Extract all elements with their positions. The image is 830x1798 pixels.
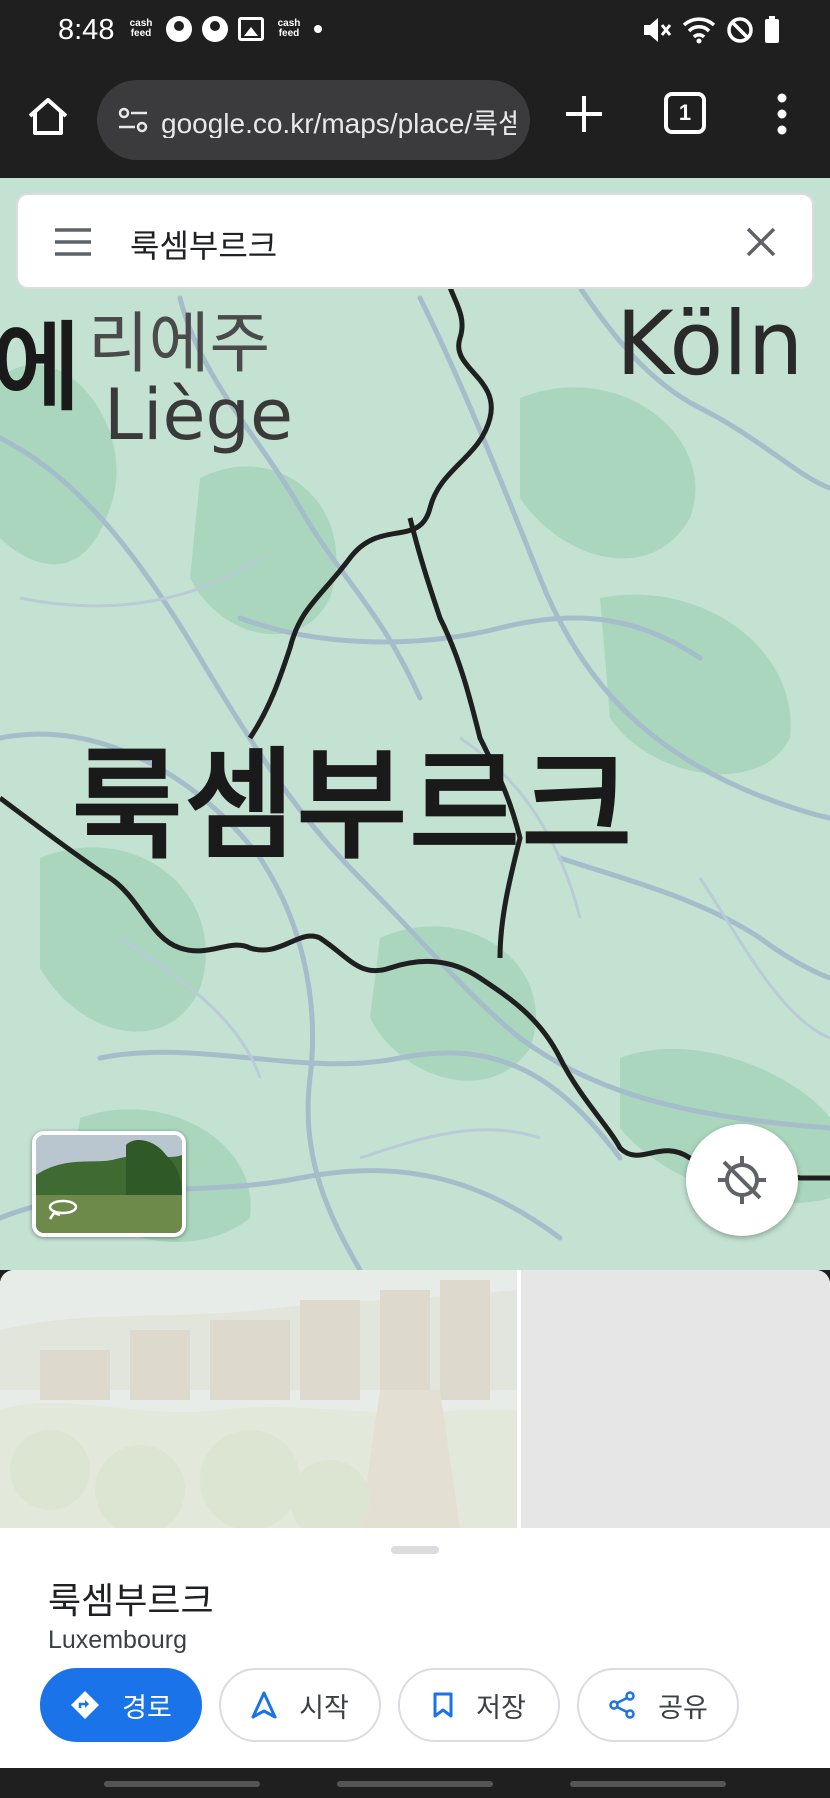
more-options-icon[interactable] [772,92,792,136]
new-tab-icon[interactable] [562,92,606,136]
do-not-disturb-icon [727,17,753,43]
close-icon[interactable] [744,225,778,259]
system-navigation-bar [0,1768,830,1798]
status-time: 8:48 [58,14,115,46]
notification-icons: cash feed cash feed [126,16,322,42]
account-icon [202,16,228,42]
cash-feed-icon: cash feed [129,18,153,39]
place-details-sheet[interactable]: 룩셈부르크 Luxembourg 경로 시작 저장 공유 [0,1528,830,1768]
navigation-arrow-icon [251,1691,277,1719]
map-label-liege-korean: 리에주 [88,305,271,382]
map-label-koln: Köln [616,292,804,395]
nav-recent-apps[interactable] [104,1781,260,1787]
search-query[interactable]: 룩셈부르크 [130,221,277,267]
street-view-thumbnail[interactable] [32,1131,186,1237]
place-subtitle: Luxembourg [48,1626,187,1654]
dot-icon [314,25,322,33]
map-label-belgium: 에 [0,312,81,424]
luxembourg-city-photo [0,1270,517,1528]
place-photo-main[interactable] [0,1270,517,1528]
start-navigation-button[interactable]: 시작 [219,1668,381,1742]
map-label-luxembourg: 룩셈부르크 [72,737,634,876]
place-actions: 경로 시작 저장 공유 [40,1668,739,1742]
battery-icon [765,16,779,43]
map-label-liege: Liège [104,374,294,456]
browser-toolbar: google.co.kr/maps/place/룩셈부르크 1 [0,62,830,178]
360-rotate-icon [48,1199,78,1220]
place-photo-secondary[interactable] [521,1270,830,1528]
save-label: 저장 [476,1692,526,1724]
my-location-button[interactable] [686,1124,798,1236]
url-bar[interactable]: google.co.kr/maps/place/룩셈부르크 [97,80,530,160]
directions-button[interactable]: 경로 [40,1668,202,1742]
nav-home[interactable] [337,1781,493,1787]
place-name: 룩셈부르크 [48,1581,214,1622]
place-photos[interactable] [0,1270,830,1528]
start-label: 시작 [299,1692,349,1724]
url-text[interactable]: google.co.kr/maps/place/룩셈부르크 [161,102,516,138]
save-button[interactable]: 저장 [398,1668,560,1742]
maps-search-bar[interactable]: 룩셈부르크 [16,193,814,289]
system-icons [642,16,780,44]
cash-feed-icon: cash feed [277,18,301,39]
site-settings-icon[interactable] [117,104,149,136]
account-icon [166,16,192,42]
image-icon [238,17,264,41]
share-icon [609,1691,635,1719]
directions-label: 경로 [122,1692,172,1724]
home-icon[interactable] [24,92,72,140]
status-bar: 8:48 cash feed cash feed [0,0,830,62]
share-button[interactable]: 공유 [577,1668,739,1742]
drag-handle[interactable] [391,1546,439,1554]
map-view[interactable]: 에 리에주 Liège Köln 룩셈부르크 [0,178,830,1270]
nav-back[interactable] [570,1781,726,1787]
wifi-icon [682,17,716,44]
bookmark-icon [433,1692,453,1718]
directions-icon [71,1691,100,1719]
hamburger-menu-icon[interactable] [54,227,92,257]
mute-icon [644,18,672,42]
share-label: 공유 [658,1692,708,1724]
tab-switcher-button[interactable]: 1 [664,92,706,134]
location-disabled-icon [718,1156,766,1204]
